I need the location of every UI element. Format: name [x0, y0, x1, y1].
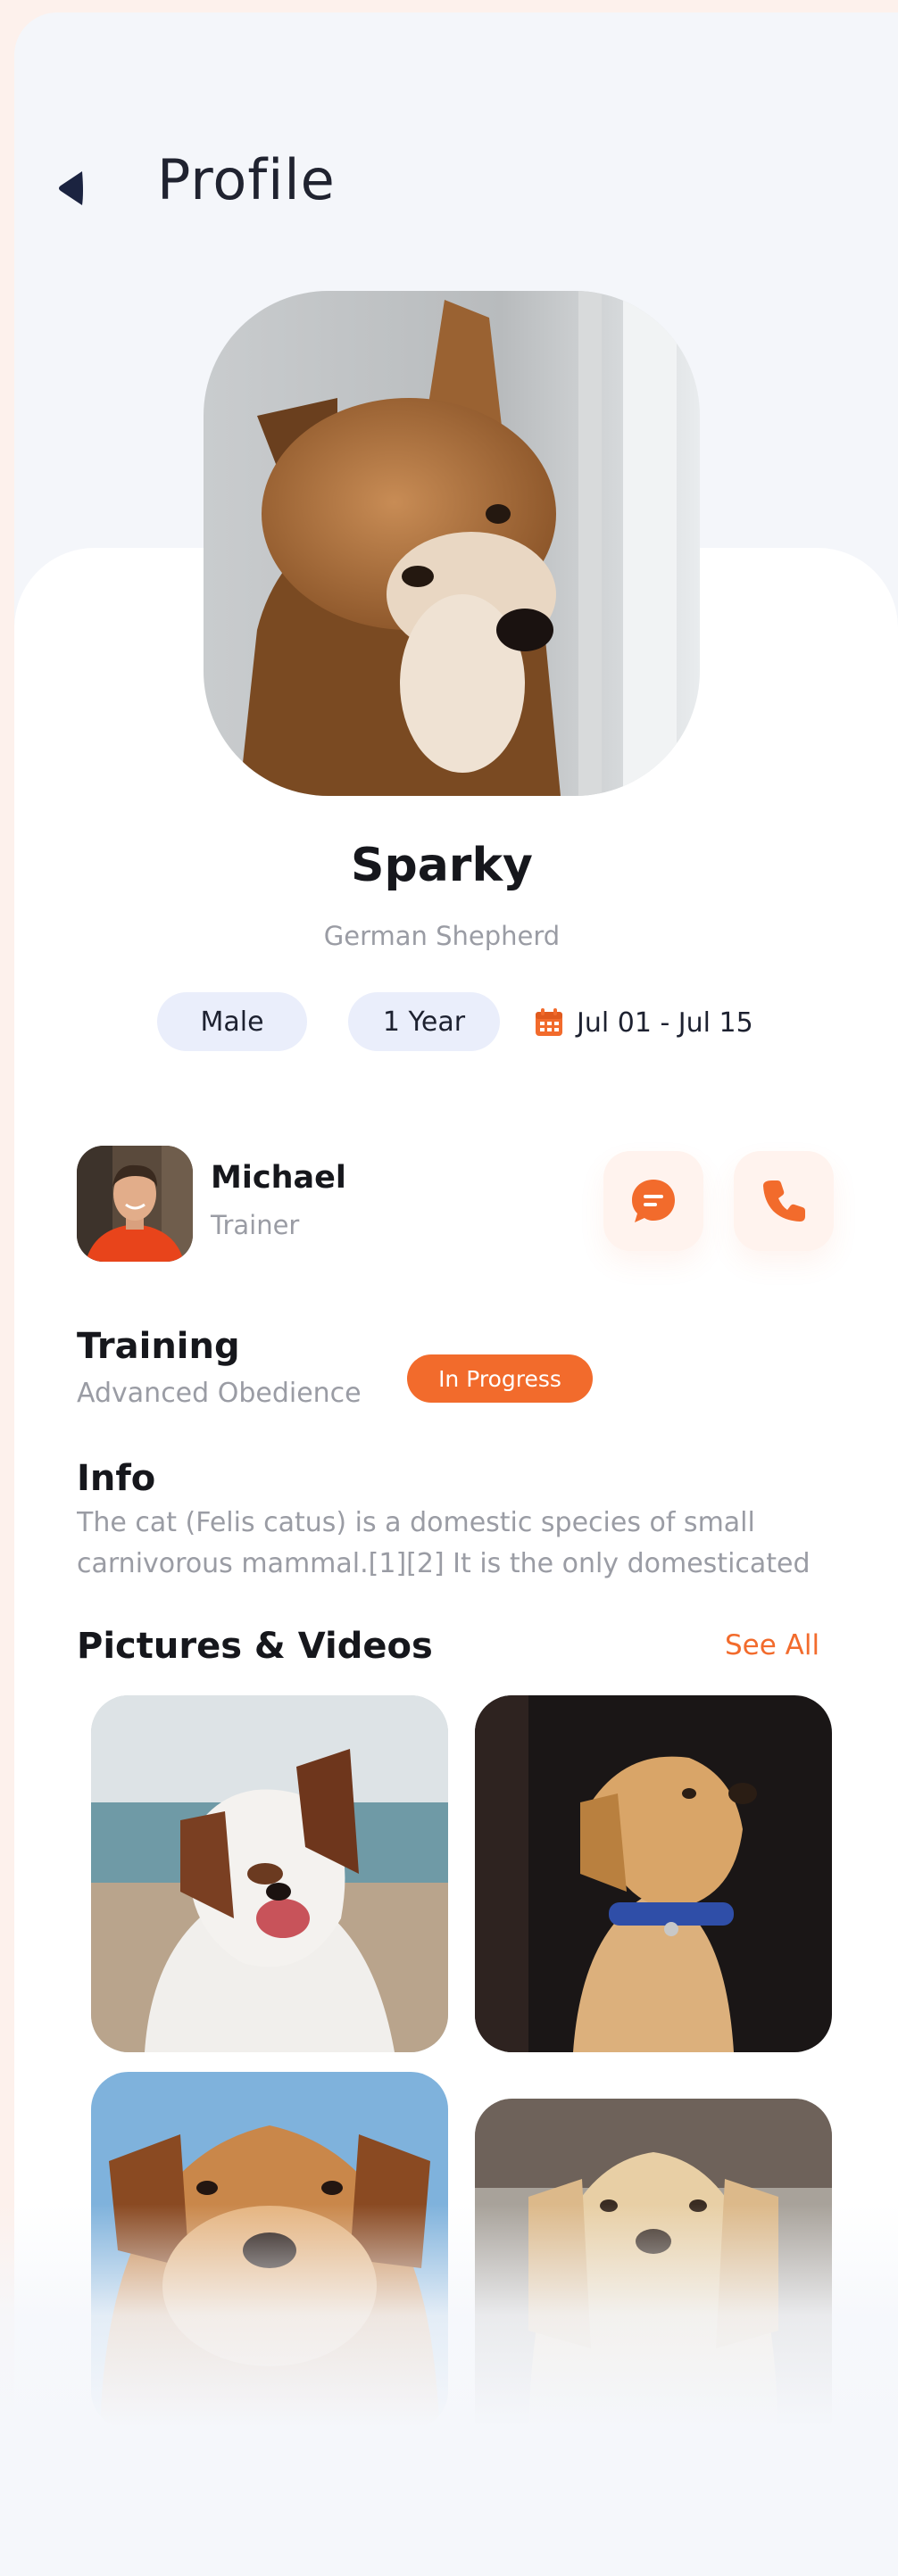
bottom-fade [0, 2204, 898, 2576]
media-tile[interactable] [91, 1695, 448, 2052]
pet-name: Sparky [351, 839, 533, 892]
page-title: Profile [157, 147, 336, 212]
info-title: Info [77, 1458, 156, 1499]
pet-breed: German Shepherd [323, 921, 561, 951]
training-title: Training [77, 1326, 240, 1367]
see-all-link[interactable]: See All [725, 1629, 819, 1661]
phone-icon [763, 1180, 805, 1222]
call-button[interactable] [734, 1151, 834, 1251]
status-badge: In Progress [407, 1354, 593, 1403]
trainer-role: Trainer [211, 1210, 300, 1240]
info-body: The cat (Felis catus) is a domestic spec… [77, 1507, 811, 1579]
pet-photo [204, 291, 700, 796]
date-range: Jul 01 - Jul 15 [534, 996, 753, 1049]
chat-icon [632, 1180, 675, 1222]
training-program: Advanced Obedience [77, 1378, 362, 1409]
age-chip: 1 Year [348, 992, 500, 1051]
media-tile[interactable] [475, 1695, 832, 2052]
media-title: Pictures & Videos [77, 1626, 433, 1667]
gender-chip: Male [157, 992, 307, 1051]
trainer-name: Michael [211, 1160, 346, 1196]
message-button[interactable] [603, 1151, 703, 1251]
back-button[interactable] [57, 166, 84, 211]
date-range-label: Jul 01 - Jul 15 [577, 1006, 753, 1039]
avatar [77, 1146, 193, 1262]
calendar-icon [536, 1008, 562, 1036]
back-arrow-icon [59, 171, 83, 205]
